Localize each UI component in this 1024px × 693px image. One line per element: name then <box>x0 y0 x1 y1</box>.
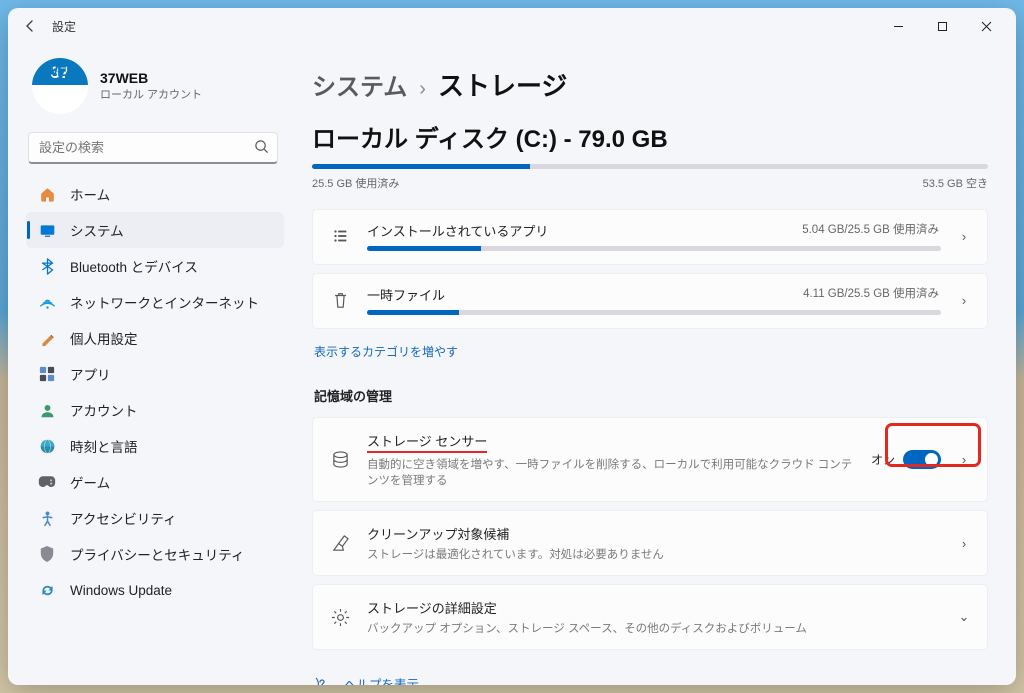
sidebar: 37 WEB 37WEB ローカル アカウント ホームシステム Bluetooth… <box>8 44 294 685</box>
nav-item-priv[interactable]: プライバシーとセキュリティ <box>26 536 284 572</box>
pers-icon <box>38 329 56 347</box>
broom-icon <box>329 534 351 553</box>
cleanup-sub: ストレージは最適化されています。対処は必要ありません <box>367 546 941 562</box>
toggle-state-label: オン <box>871 451 895 468</box>
breadcrumb-current: ストレージ <box>438 66 567 103</box>
advanced-title: ストレージの詳細設定 <box>367 598 941 617</box>
chevron-right-icon: › <box>957 293 971 308</box>
nav-label: プライバシーとセキュリティ <box>70 544 244 564</box>
nav-item-net[interactable]: ネットワークとインターネット <box>26 284 284 320</box>
nav-item-acct[interactable]: アカウント <box>26 392 284 428</box>
net-icon <box>38 293 56 311</box>
gear-icon <box>329 608 351 627</box>
nav-label: アクセシビリティ <box>70 508 177 528</box>
row-storage-sense[interactable]: ストレージ センサー 自動的に空き領域を増やす、一時ファイルを削除する、ローカル… <box>312 417 988 502</box>
nav-label: ゲーム <box>70 472 110 492</box>
nav-item-pers[interactable]: 個人用設定 <box>26 320 284 356</box>
system-icon <box>38 221 56 239</box>
chevron-right-icon: › <box>957 536 971 551</box>
nav-item-bt[interactable]: Bluetooth とデバイス <box>26 248 284 284</box>
window-title: 設定 <box>52 18 76 35</box>
nav-label: システム <box>70 220 124 240</box>
close-button[interactable] <box>964 12 1008 40</box>
game-icon <box>38 473 56 491</box>
nav-label: アプリ <box>70 364 111 384</box>
profile-sub: ローカル アカウント <box>100 86 202 102</box>
profile-block[interactable]: 37 WEB 37WEB ローカル アカウント <box>26 44 284 132</box>
cleanup-title: クリーンアップ対象候補 <box>367 524 941 543</box>
nav-item-system[interactable]: システム <box>26 212 284 248</box>
chevron-right-icon: › <box>957 452 971 467</box>
time-icon <box>38 437 56 455</box>
nav-item-game[interactable]: ゲーム <box>26 464 284 500</box>
disk-usage-bar <box>312 164 988 169</box>
nav-list: ホームシステム Bluetooth とデバイスネットワークとインターネット個人用設… <box>26 176 284 608</box>
apps-icon <box>329 227 351 245</box>
search-input[interactable] <box>28 132 278 164</box>
row-advanced-storage[interactable]: ストレージの詳細設定 バックアップ オプション、ストレージ スペース、その他のデ… <box>312 584 988 650</box>
breadcrumb-sep: › <box>419 78 426 101</box>
nav-label: ネットワークとインターネット <box>70 292 259 312</box>
disk-used-label: 25.5 GB 使用済み <box>312 175 399 191</box>
nav-item-acc[interactable]: アクセシビリティ <box>26 500 284 536</box>
chevron-down-icon: ⌄ <box>957 609 971 625</box>
category-stat: 5.04 GB/25.5 GB 使用済み <box>802 221 939 237</box>
nav-label: 個人用設定 <box>70 328 138 348</box>
chevron-right-icon: › <box>957 229 971 244</box>
help-link[interactable]: ヘルプを表示 <box>312 668 988 685</box>
section-storage-management: 記憶域の管理 <box>314 386 988 405</box>
breadcrumb-parent[interactable]: システム <box>312 67 407 102</box>
search-box[interactable] <box>28 132 278 164</box>
disk-free-label: 53.5 GB 空き <box>923 175 988 191</box>
breadcrumb: システム › ストレージ <box>312 66 988 103</box>
back-button[interactable] <box>16 12 44 40</box>
nav-item-wu[interactable]: Windows Update <box>26 572 284 608</box>
nav-label: ホーム <box>70 184 110 204</box>
nav-label: 時刻と言語 <box>70 436 138 456</box>
disk-title: ローカル ディスク (C:) - 79.0 GB <box>312 119 988 154</box>
storage-category-card[interactable]: インストールされているアプリ5.04 GB/25.5 GB 使用済み› <box>312 209 988 265</box>
category-stat: 4.11 GB/25.5 GB 使用済み <box>803 285 939 301</box>
storage-sense-title: ストレージ センサー <box>367 431 487 453</box>
main-content: システム › ストレージ ローカル ディスク (C:) - 79.0 GB 25… <box>294 44 1016 685</box>
profile-name: 37WEB <box>100 70 202 86</box>
titlebar: 設定 <box>8 8 1016 44</box>
more-categories-link[interactable]: 表示するカテゴリを増やす <box>314 343 458 360</box>
home-icon <box>38 185 56 203</box>
priv-icon <box>38 545 56 563</box>
row-cleanup-recommendations[interactable]: クリーンアップ対象候補 ストレージは最適化されています。対処は必要ありません › <box>312 510 988 576</box>
acct-icon <box>38 401 56 419</box>
storage-sense-icon <box>329 450 351 469</box>
storage-sense-toggle[interactable] <box>903 450 941 469</box>
search-icon <box>254 139 269 154</box>
minimize-button[interactable] <box>876 12 920 40</box>
nav-item-time[interactable]: 時刻と言語 <box>26 428 284 464</box>
wu-icon <box>38 581 56 599</box>
storage-category-card[interactable]: 一時ファイル4.11 GB/25.5 GB 使用済み› <box>312 273 988 329</box>
nav-label: Bluetooth とデバイス <box>70 256 198 276</box>
settings-window: 設定 37 WEB 37WEB ローカル アカウント <box>8 8 1016 685</box>
category-bar <box>367 310 941 315</box>
trash-icon <box>329 291 351 309</box>
nav-item-apps[interactable]: アプリ <box>26 356 284 392</box>
bt-icon <box>38 257 56 275</box>
nav-item-home[interactable]: ホーム <box>26 176 284 212</box>
category-bar <box>367 246 941 251</box>
nav-label: Windows Update <box>70 583 172 598</box>
advanced-sub: バックアップ オプション、ストレージ スペース、その他のディスクおよびボリューム <box>367 620 941 636</box>
nav-label: アカウント <box>70 400 138 420</box>
apps-icon <box>38 365 56 383</box>
maximize-button[interactable] <box>920 12 964 40</box>
avatar: 37 WEB <box>32 58 88 114</box>
acc-icon <box>38 509 56 527</box>
help-icon <box>314 676 332 686</box>
storage-sense-sub: 自動的に空き領域を増やす、一時ファイルを削除する、ローカルで利用可能なクラウド … <box>367 456 855 488</box>
